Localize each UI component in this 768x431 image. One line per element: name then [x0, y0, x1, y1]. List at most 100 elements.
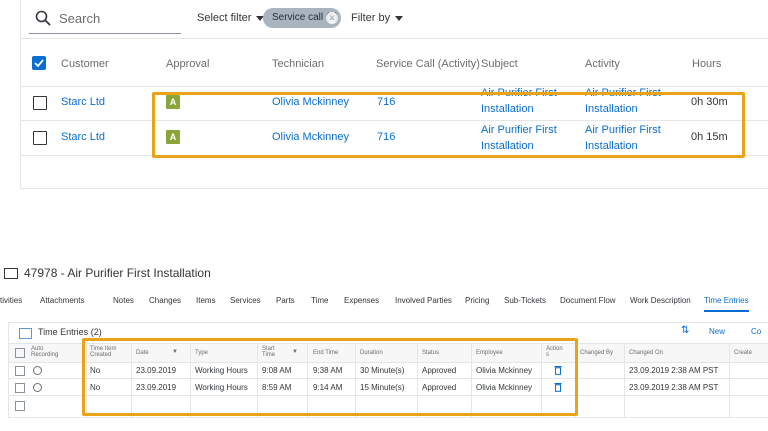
start-time-value: 8:59 AM [262, 383, 292, 392]
remove-filter-icon[interactable]: ✕ [326, 12, 338, 24]
col-service-call[interactable]: Service Call (Activity) [376, 58, 480, 70]
time-entry-row[interactable]: No 23.09.2019 Working Hours 9:08 AM 9:38… [9, 362, 768, 379]
row-checkbox[interactable] [15, 383, 25, 393]
date-link[interactable]: 23.09.2019 [136, 366, 176, 375]
tab-expenses[interactable]: Expenses [344, 296, 379, 305]
subject-link[interactable]: Air Purifier First Installation [481, 85, 557, 117]
col-time-item-created[interactable]: Time Item Created [90, 346, 130, 358]
col-start-time[interactable]: Start Time [262, 346, 282, 358]
chevron-down-icon [395, 15, 404, 21]
search-icon[interactable] [35, 10, 51, 26]
time-entry-row[interactable]: No 23.09.2019 Working Hours 8:59 AM 9:14… [9, 379, 768, 396]
service-call-list-panel: Search Select filter Service call (1) ✕ … [20, 0, 768, 189]
col-status[interactable]: Status [422, 350, 439, 356]
status-value: Approved [422, 383, 457, 392]
time-entries-title: Time Entries (2) [38, 327, 102, 337]
row-checkbox[interactable] [33, 131, 47, 145]
row-checkbox[interactable] [15, 401, 25, 411]
technician-link[interactable]: Olivia Mckinney [272, 96, 349, 108]
tab-notes[interactable]: Notes [113, 296, 134, 305]
trash-icon[interactable] [554, 382, 562, 392]
filter-icon[interactable]: ▼ [292, 349, 298, 355]
table-row[interactable]: Starc Ltd A Olivia Mckinney 716 Air Puri… [21, 86, 768, 121]
subject-link[interactable]: Air Purifier First Installation [481, 122, 557, 154]
service-call-link[interactable]: 716 [377, 96, 395, 108]
check-icon [34, 59, 44, 68]
search-input[interactable]: Search [59, 11, 100, 26]
subject-line-1: Air Purifier First [481, 87, 557, 99]
col-changed-on[interactable]: Changed On [629, 350, 663, 356]
col-end-time[interactable]: End Time [313, 350, 338, 356]
table-row[interactable]: Starc Ltd A Olivia Mckinney 716 Air Puri… [21, 121, 768, 156]
tab-pricing[interactable]: Pricing [465, 296, 489, 305]
filter-by-dropdown[interactable]: Filter by [351, 12, 404, 24]
select-all-checkbox[interactable] [32, 56, 46, 70]
auto-recording-radio[interactable] [33, 366, 42, 375]
col-changed-by[interactable]: Changed By [580, 350, 613, 356]
time-item-created-value: No [90, 366, 101, 375]
tab-time[interactable]: Time [311, 296, 328, 305]
filter-icon[interactable]: ▼ [172, 349, 178, 355]
row-checkbox[interactable] [33, 96, 47, 110]
trash-icon[interactable] [554, 365, 562, 375]
tab-services[interactable]: Services [230, 296, 261, 305]
select-filter-dropdown[interactable]: Select filter [197, 12, 265, 24]
tab-work-description[interactable]: Work Description [630, 296, 691, 305]
copy-button[interactable]: Co [751, 327, 761, 336]
time-entries-title-text: Time Entries [38, 327, 89, 337]
row-checkbox[interactable] [15, 366, 25, 376]
new-button[interactable]: New [709, 327, 725, 336]
sort-icon[interactable]: ⇅ [681, 325, 689, 336]
changed-on-value: 23.09.2019 2:38 AM PST [629, 366, 719, 375]
col-customer[interactable]: Customer [61, 58, 109, 70]
tab-parts[interactable]: Parts [276, 296, 295, 305]
col-created[interactable]: Create [734, 350, 752, 356]
time-item-created-value: No [90, 383, 101, 392]
col-auto-recording[interactable]: Auto Recording [31, 346, 71, 358]
col-actions[interactable]: Action s [546, 346, 564, 358]
tab-sub-tickets[interactable]: Sub-Tickets [504, 296, 546, 305]
auto-recording-radio[interactable] [33, 383, 42, 392]
date-link[interactable]: 23.09.2019 [136, 383, 176, 392]
service-call-filter-chip[interactable]: Service call (1) ✕ [263, 8, 341, 28]
employee-value: Olivia Mckinney [476, 383, 533, 392]
activity-line-2: Installation [585, 140, 638, 152]
col-employee[interactable]: Employee [476, 350, 503, 356]
time-entries-header: Time Entries (2) ⇅ New Co [9, 323, 768, 341]
col-duration[interactable]: Duration [360, 350, 383, 356]
activity-line-1: Air Purifier First [585, 124, 661, 136]
col-type[interactable]: Type [195, 350, 208, 356]
service-call-link[interactable]: 716 [377, 131, 395, 143]
select-all-checkbox[interactable] [15, 348, 25, 358]
activity-link[interactable]: Air Purifier First Installation [585, 85, 661, 117]
col-subject[interactable]: Subject [481, 58, 518, 70]
tab-items[interactable]: Items [196, 296, 216, 305]
changed-on-value: 23.09.2019 2:38 AM PST [629, 383, 719, 392]
tab-attachments[interactable]: Attachments [40, 296, 84, 305]
start-time-value: 9:08 AM [262, 366, 292, 375]
object-tabs: tivities Attachments Notes Changes Items… [0, 296, 768, 312]
col-hours[interactable]: Hours [692, 58, 721, 70]
col-date[interactable]: Date [136, 350, 149, 356]
customer-link[interactable]: Starc Ltd [61, 96, 105, 108]
customer-link[interactable]: Starc Ltd [61, 131, 105, 143]
employee-value: Olivia Mckinney [476, 366, 533, 375]
tab-involved-parties[interactable]: Involved Parties [395, 296, 452, 305]
filter-toolbar: Search Select filter Service call (1) ✕ … [21, 0, 768, 39]
activity-link[interactable]: Air Purifier First Installation [585, 122, 661, 154]
technician-link[interactable]: Olivia Mckinney [272, 131, 349, 143]
col-technician[interactable]: Technician [272, 58, 324, 70]
tab-time-entries[interactable]: Time Entries [704, 296, 749, 312]
tab-document-flow[interactable]: Document Flow [560, 296, 616, 305]
activity-line-1: Air Purifier First [585, 87, 661, 99]
subject-line-2: Installation [481, 103, 534, 115]
end-time-value: 9:38 AM [313, 366, 343, 375]
tab-changes[interactable]: Changes [149, 296, 181, 305]
hours-value: 0h 15m [691, 131, 728, 143]
subject-line-2: Installation [481, 140, 534, 152]
tab-activities[interactable]: tivities [0, 296, 22, 305]
col-activity[interactable]: Activity [585, 58, 620, 70]
select-filter-label: Select filter [197, 12, 252, 24]
object-title: 47978 - Air Purifier First Installation [24, 266, 211, 280]
col-approval[interactable]: Approval [166, 58, 209, 70]
